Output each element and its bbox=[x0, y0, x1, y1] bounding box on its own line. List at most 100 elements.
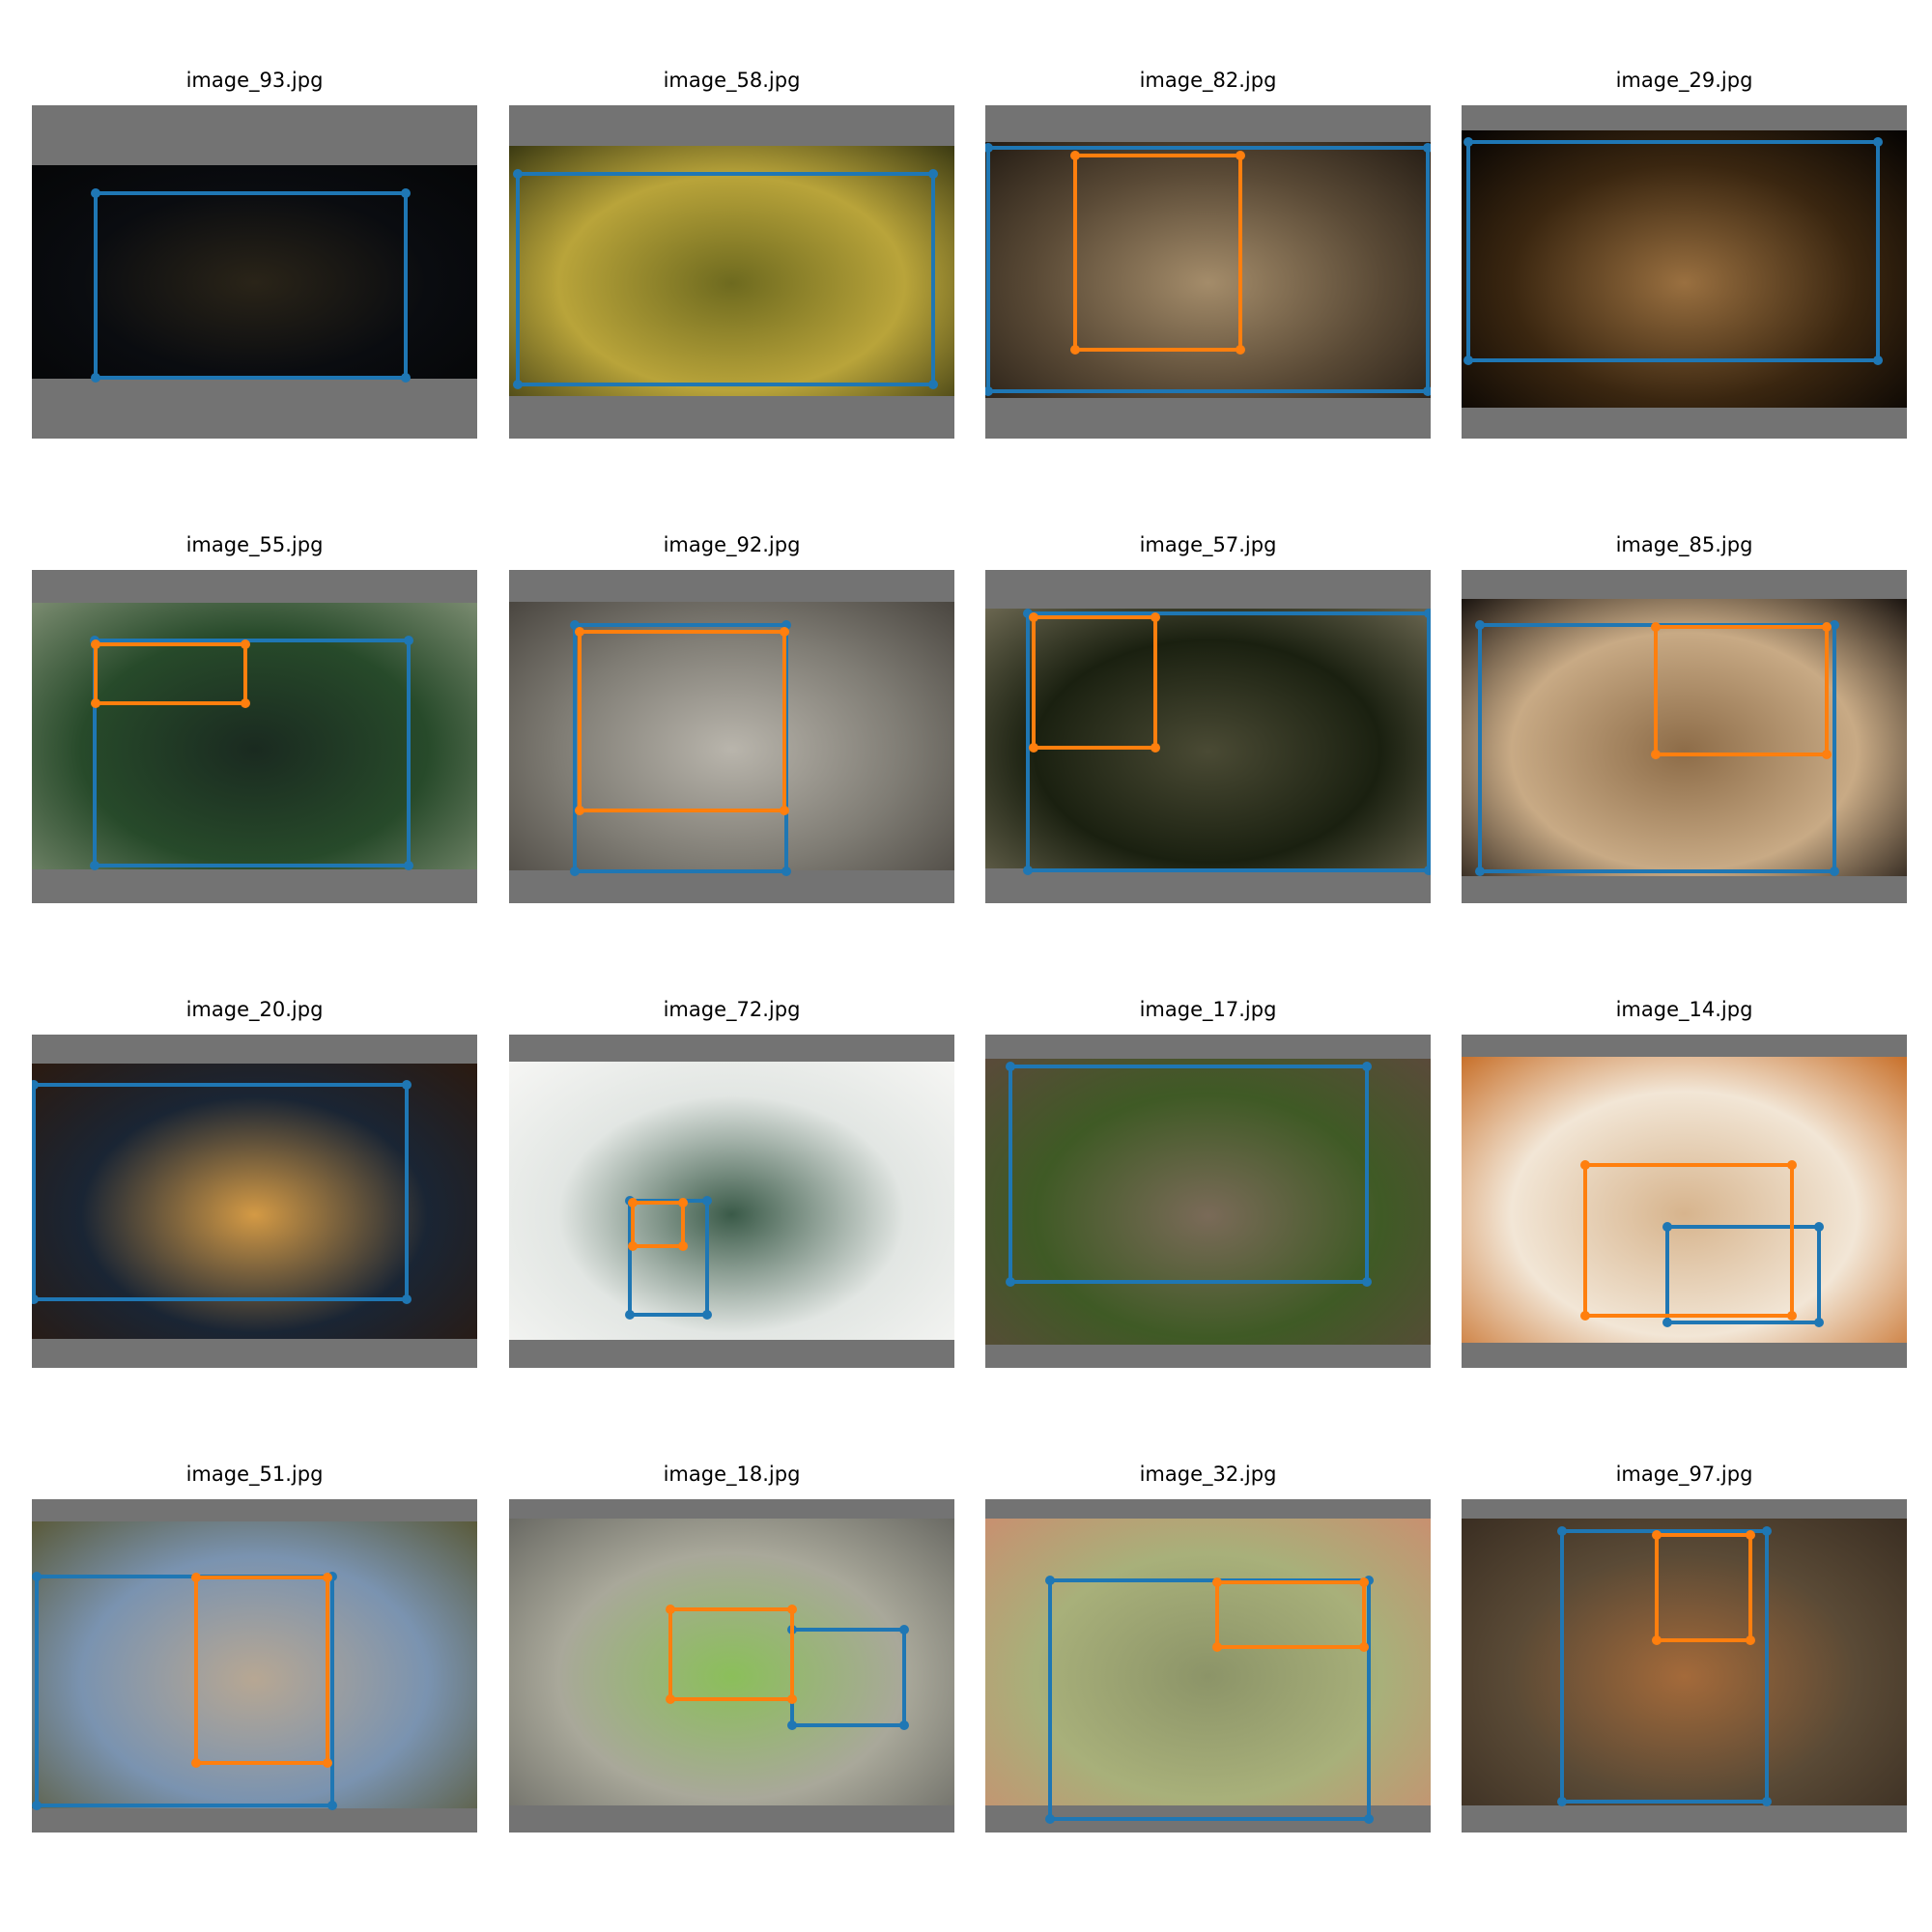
box-corner-marker[interactable] bbox=[32, 1080, 39, 1090]
box-corner-marker[interactable] bbox=[401, 373, 411, 383]
box-corner-marker[interactable] bbox=[787, 1720, 797, 1730]
box-corner-marker[interactable] bbox=[323, 1573, 332, 1582]
box-corner-marker[interactable] bbox=[404, 636, 413, 645]
box-corner-marker[interactable] bbox=[780, 806, 789, 815]
box-corner-marker[interactable] bbox=[1364, 1814, 1374, 1824]
box-corner-marker[interactable] bbox=[404, 861, 413, 870]
box-corner-marker[interactable] bbox=[91, 373, 100, 383]
box-corner-marker[interactable] bbox=[401, 188, 411, 198]
box-corner-marker[interactable] bbox=[780, 627, 789, 637]
box-corner-marker[interactable] bbox=[1029, 743, 1038, 753]
box-corner-marker[interactable] bbox=[1475, 620, 1485, 630]
box-corner-marker[interactable] bbox=[1236, 345, 1245, 355]
box-corner-marker[interactable] bbox=[625, 1310, 635, 1320]
box-corner-marker[interactable] bbox=[575, 627, 584, 637]
box-corner-marker[interactable] bbox=[327, 1801, 337, 1810]
box-corner-marker[interactable] bbox=[1580, 1311, 1590, 1321]
box-corner-marker[interactable] bbox=[1151, 743, 1160, 753]
box-corner-marker[interactable] bbox=[1580, 1160, 1590, 1170]
image-tile[interactable]: image_17.jpg bbox=[985, 997, 1431, 1368]
box-corner-marker[interactable] bbox=[1746, 1635, 1755, 1645]
box-corner-marker[interactable] bbox=[1557, 1526, 1567, 1536]
box-corner-marker[interactable] bbox=[928, 169, 938, 179]
image-tile[interactable]: image_58.jpg bbox=[509, 68, 954, 439]
box-corner-marker[interactable] bbox=[90, 861, 99, 870]
box-corner-marker[interactable] bbox=[1424, 866, 1431, 875]
box-corner-marker[interactable] bbox=[402, 1294, 412, 1304]
box-corner-marker[interactable] bbox=[91, 698, 100, 708]
box-corner-marker[interactable] bbox=[1070, 151, 1080, 160]
box-corner-marker[interactable] bbox=[32, 1294, 39, 1304]
box-corner-marker[interactable] bbox=[702, 1310, 712, 1320]
box-corner-marker[interactable] bbox=[666, 1694, 675, 1704]
image-tile[interactable]: image_82.jpg bbox=[985, 68, 1431, 439]
box-corner-marker[interactable] bbox=[1557, 1797, 1567, 1806]
image-tile[interactable]: image_29.jpg bbox=[1462, 68, 1907, 439]
image-tile[interactable]: image_97.jpg bbox=[1462, 1462, 1907, 1833]
box-corner-marker[interactable] bbox=[191, 1573, 201, 1582]
box-corner-marker[interactable] bbox=[1151, 612, 1160, 622]
box-corner-marker[interactable] bbox=[1359, 1642, 1369, 1652]
box-corner-marker[interactable] bbox=[899, 1720, 909, 1730]
box-corner-marker[interactable] bbox=[1463, 137, 1473, 147]
image-tile[interactable]: image_92.jpg bbox=[509, 532, 954, 903]
box-corner-marker[interactable] bbox=[781, 867, 791, 876]
box-corner-marker[interactable] bbox=[1652, 1530, 1662, 1540]
box-corner-marker[interactable] bbox=[1814, 1222, 1824, 1232]
image-tile[interactable]: image_57.jpg bbox=[985, 532, 1431, 903]
box-corner-marker[interactable] bbox=[1814, 1318, 1824, 1327]
box-corner-marker[interactable] bbox=[241, 639, 250, 649]
box-corner-marker[interactable] bbox=[1362, 1062, 1372, 1071]
box-corner-marker[interactable] bbox=[570, 867, 580, 876]
box-corner-marker[interactable] bbox=[1045, 1576, 1055, 1585]
box-corner-marker[interactable] bbox=[575, 806, 584, 815]
box-corner-marker[interactable] bbox=[1463, 355, 1473, 365]
image-tile[interactable]: image_14.jpg bbox=[1462, 997, 1907, 1368]
box-corner-marker[interactable] bbox=[628, 1198, 638, 1208]
box-corner-marker[interactable] bbox=[1045, 1814, 1055, 1824]
box-corner-marker[interactable] bbox=[787, 1694, 797, 1704]
box-corner-marker[interactable] bbox=[1651, 750, 1661, 759]
box-corner-marker[interactable] bbox=[1822, 750, 1832, 759]
box-corner-marker[interactable] bbox=[899, 1625, 909, 1634]
box-corner-marker[interactable] bbox=[402, 1080, 412, 1090]
box-corner-marker[interactable] bbox=[1423, 143, 1431, 153]
box-corner-marker[interactable] bbox=[1762, 1797, 1772, 1806]
box-corner-marker[interactable] bbox=[513, 380, 523, 389]
box-corner-marker[interactable] bbox=[1651, 622, 1661, 632]
box-corner-marker[interactable] bbox=[91, 639, 100, 649]
box-corner-marker[interactable] bbox=[666, 1605, 675, 1614]
box-corner-marker[interactable] bbox=[1006, 1062, 1015, 1071]
box-corner-marker[interactable] bbox=[678, 1198, 688, 1208]
image-tile[interactable]: image_32.jpg bbox=[985, 1462, 1431, 1833]
box-corner-marker[interactable] bbox=[32, 1572, 42, 1581]
box-corner-marker[interactable] bbox=[628, 1241, 638, 1251]
box-corner-marker[interactable] bbox=[1475, 867, 1485, 876]
box-corner-marker[interactable] bbox=[1746, 1530, 1755, 1540]
box-corner-marker[interactable] bbox=[1662, 1318, 1672, 1327]
box-corner-marker[interactable] bbox=[985, 143, 993, 153]
box-corner-marker[interactable] bbox=[1362, 1277, 1372, 1287]
box-corner-marker[interactable] bbox=[702, 1196, 712, 1206]
box-corner-marker[interactable] bbox=[1822, 622, 1832, 632]
box-corner-marker[interactable] bbox=[1662, 1222, 1672, 1232]
box-corner-marker[interactable] bbox=[1787, 1311, 1797, 1321]
box-corner-marker[interactable] bbox=[1070, 345, 1080, 355]
box-corner-marker[interactable] bbox=[1873, 137, 1883, 147]
box-corner-marker[interactable] bbox=[1212, 1577, 1222, 1587]
image-tile[interactable]: image_51.jpg bbox=[32, 1462, 477, 1833]
box-corner-marker[interactable] bbox=[1424, 609, 1431, 618]
box-corner-marker[interactable] bbox=[787, 1605, 797, 1614]
box-corner-marker[interactable] bbox=[323, 1758, 332, 1768]
box-corner-marker[interactable] bbox=[1029, 612, 1038, 622]
image-tile[interactable]: image_85.jpg bbox=[1462, 532, 1907, 903]
box-corner-marker[interactable] bbox=[32, 1801, 42, 1810]
box-corner-marker[interactable] bbox=[928, 380, 938, 389]
box-corner-marker[interactable] bbox=[1359, 1577, 1369, 1587]
box-corner-marker[interactable] bbox=[1423, 386, 1431, 396]
image-tile[interactable]: image_55.jpg bbox=[32, 532, 477, 903]
box-corner-marker[interactable] bbox=[1236, 151, 1245, 160]
image-tile[interactable]: image_20.jpg bbox=[32, 997, 477, 1368]
box-corner-marker[interactable] bbox=[513, 169, 523, 179]
box-corner-marker[interactable] bbox=[1787, 1160, 1797, 1170]
